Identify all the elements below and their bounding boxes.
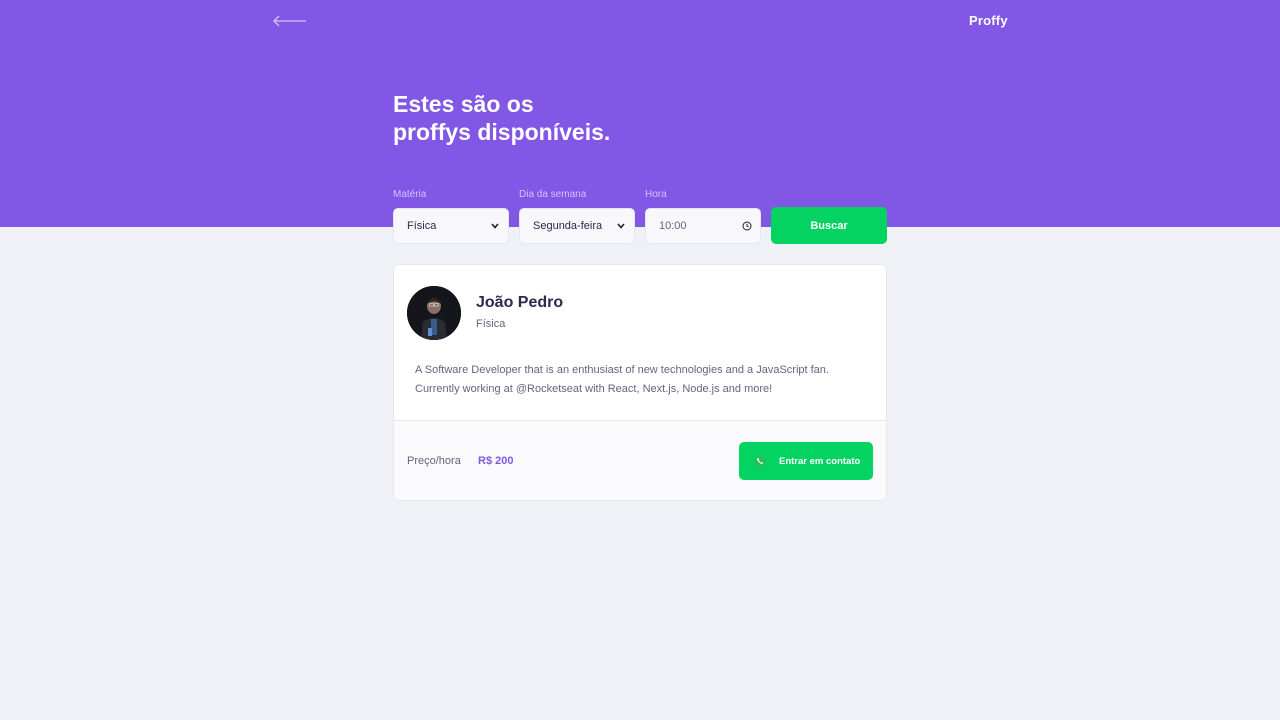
back-button[interactable] — [272, 12, 308, 30]
time-input[interactable]: 10:00 — [645, 208, 761, 244]
card-footer: Preço/hora R$ 200 Entrar em contato — [394, 420, 886, 500]
time-input-value: 10:00 — [659, 220, 687, 232]
weekday-select-value: Segunda-feira — [533, 220, 603, 232]
whatsapp-icon — [753, 454, 767, 468]
page-title-line2: proffys disponíveis. — [393, 119, 611, 145]
price-label: Preço/hora — [407, 455, 461, 467]
contact-button-label: Entrar em contato — [779, 455, 861, 467]
teacher-subject: Física — [476, 318, 506, 330]
chevron-down-icon — [616, 221, 626, 231]
contact-button[interactable]: Entrar em contato — [739, 442, 873, 480]
chevron-down-icon — [490, 221, 500, 231]
teacher-bio: A Software Developer that is an enthusia… — [415, 364, 829, 395]
arrow-left-icon — [273, 15, 306, 27]
teacher-card: João Pedro Física A Software Developer t… — [393, 264, 887, 501]
subject-select-value: Física — [407, 220, 437, 232]
page-title-line1: Estes são os — [393, 91, 534, 117]
search-button[interactable]: Buscar — [771, 207, 887, 244]
page-header: Proffy Estes são os proffys disponíveis. — [0, 0, 1280, 227]
logo: Proffy — [969, 13, 1008, 28]
subject-select[interactable]: Física — [393, 208, 509, 244]
page-title: Estes são os proffys disponíveis. — [393, 90, 793, 146]
teacher-name: João Pedro — [476, 294, 564, 311]
teacher-avatar — [407, 286, 461, 340]
weekday-select[interactable]: Segunda-feira — [519, 208, 635, 244]
subject-label: Matéria — [393, 189, 427, 200]
time-label: Hora — [645, 189, 667, 200]
price-value: R$ 200 — [478, 455, 514, 467]
weekday-label: Dia da semana — [519, 189, 587, 200]
clock-icon[interactable] — [742, 221, 752, 231]
